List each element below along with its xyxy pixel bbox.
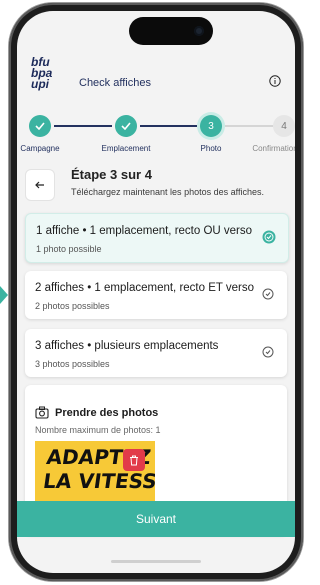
step-1-done [29, 115, 51, 137]
app-title: Check affiches [79, 77, 151, 89]
camera-icon [35, 406, 49, 419]
edge-arrow-icon [0, 286, 8, 304]
check-circle-filled-icon [262, 230, 276, 244]
back-button[interactable] [25, 169, 55, 201]
photo-max-label: Nombre maximum de photos: 1 [35, 425, 161, 435]
step-subtitle: Téléchargez maintenant les photos des af… [71, 187, 264, 197]
option-title: 3 affiches • plusieurs emplacements [35, 340, 219, 352]
step-2-done [115, 115, 137, 137]
step-title: Étape 3 sur 4 [71, 167, 152, 182]
arrow-left-icon [35, 181, 44, 189]
option-title: 2 affiches • 1 emplacement, recto ET ver… [35, 282, 255, 294]
step-3-current: 3 [200, 115, 222, 137]
check-circle-icon [262, 288, 274, 300]
stepper-connector [54, 125, 112, 127]
step-label-confirmation: Confirmation [252, 144, 295, 153]
check-icon [121, 122, 131, 130]
option-3-affiches[interactable]: 3 affiches • plusieurs emplacements 3 ph… [25, 329, 287, 377]
info-icon[interactable] [269, 75, 281, 87]
option-1-affiche[interactable]: 1 affiche • 1 emplacement, recto OU vers… [25, 213, 289, 263]
check-circle-icon [262, 346, 274, 358]
option-2-affiches[interactable]: 2 affiches • 1 emplacement, recto ET ver… [25, 271, 287, 319]
stepper-connector [140, 125, 197, 127]
trash-icon [130, 455, 138, 465]
camera-lens [194, 26, 204, 36]
section-header: Étape 3 sur 4 Téléchargez maintenant les… [25, 165, 287, 209]
app-screen: bfu bpa upi Check affiches 3 4 Campagne … [17, 11, 295, 573]
option-subtitle: 2 photos possibles [35, 301, 110, 311]
progress-stepper: 3 4 Campagne Emplacement Photo Confirmat… [17, 115, 295, 163]
dynamic-island [129, 17, 213, 45]
home-indicator [111, 560, 201, 563]
app-header: bfu bpa upi Check affiches [17, 55, 295, 105]
delete-photo-button[interactable] [123, 449, 145, 471]
option-title: 1 affiche • 1 emplacement, recto OU vers… [36, 225, 253, 237]
step-4-todo: 4 [273, 115, 295, 137]
photo-card-title: Prendre des photos [55, 407, 159, 419]
bfu-logo: bfu bpa upi [31, 55, 53, 91]
next-button[interactable]: Suivant [17, 501, 295, 537]
check-icon [35, 122, 45, 130]
step-label-emplacement: Emplacement [101, 144, 151, 153]
option-subtitle: 1 photo possible [36, 244, 102, 254]
stepper-connector [225, 125, 273, 127]
step-label-photo: Photo [200, 144, 222, 153]
step-label-campagne: Campagne [20, 144, 60, 153]
phone-frame: bfu bpa upi Check affiches 3 4 Campagne … [9, 3, 303, 581]
option-subtitle: 3 photos possibles [35, 359, 110, 369]
